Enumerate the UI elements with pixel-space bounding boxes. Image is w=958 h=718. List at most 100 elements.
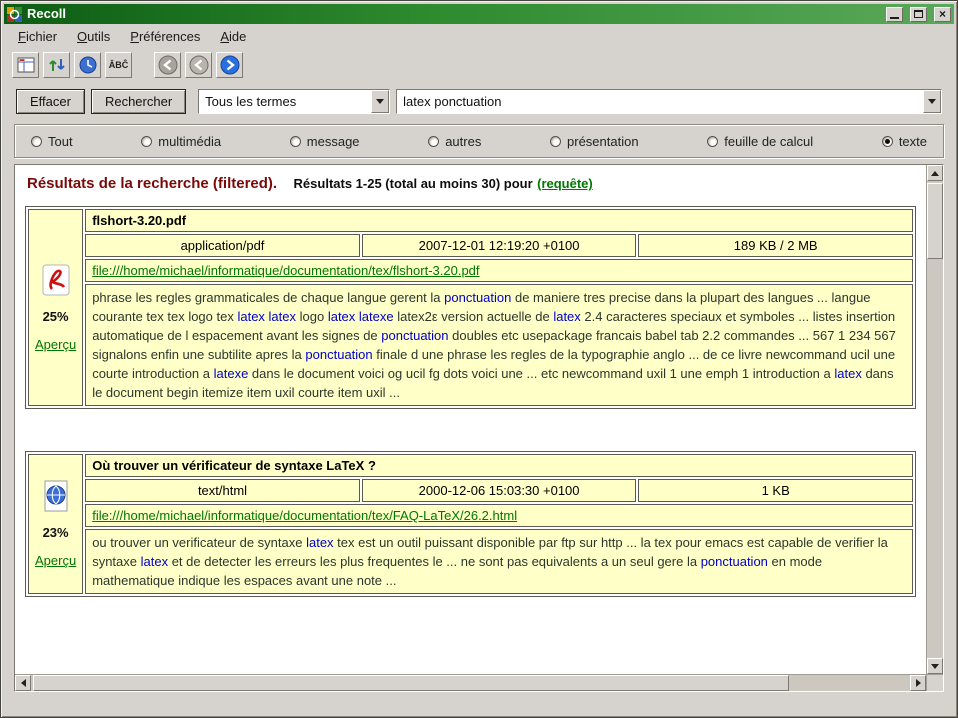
category-filter-group: Tout multimédia message autres présentat… [14, 124, 944, 158]
minimize-icon [890, 17, 899, 19]
sort-arrows-icon [47, 55, 67, 75]
term-explorer-button[interactable]: ÂBĈ [105, 52, 132, 78]
close-icon: × [939, 8, 946, 21]
filter-label: multimédia [158, 134, 221, 149]
result-size: 189 KB / 2 MB [638, 234, 913, 257]
menu-item-fichier[interactable]: Fichier [10, 27, 65, 46]
html-globe-icon [41, 480, 71, 512]
scroll-down-button[interactable] [927, 658, 943, 674]
horizontal-scroll-thumb[interactable] [33, 675, 789, 691]
close-button[interactable]: × [934, 7, 951, 22]
radio-icon [31, 136, 42, 147]
arrow-down-icon [931, 664, 939, 673]
results-heading: Résultats de la recherche (filtered). Ré… [27, 175, 914, 193]
toolbar-separator [136, 50, 150, 79]
search-bar: Effacer Rechercher Tous les termes [4, 81, 954, 119]
recoll-window: Recoll × Fichier Outils Préférences Aide [0, 0, 958, 718]
search-button[interactable]: Rechercher [91, 89, 186, 114]
horizontal-scrollbar[interactable] [15, 675, 926, 691]
chevron-down-icon [376, 99, 384, 108]
pdf-file-icon [41, 264, 71, 296]
filter-option-message[interactable]: message [290, 134, 360, 149]
filter-option-feuille-de-calcul[interactable]: feuille de calcul [707, 134, 813, 149]
scroll-up-button[interactable] [927, 165, 943, 181]
recoll-app-icon [7, 7, 22, 22]
results-panel: Résultats de la recherche (filtered). Ré… [14, 164, 944, 692]
filter-label: présentation [567, 134, 639, 149]
nav-back-icon [158, 55, 178, 75]
radio-icon [290, 136, 301, 147]
results-title: Résultats de la recherche (filtered). [27, 175, 277, 192]
vertical-scroll-track[interactable] [927, 181, 943, 658]
filter-label: message [307, 134, 360, 149]
nav-forward-icon [220, 55, 240, 75]
search-mode-select[interactable]: Tous les termes [198, 89, 390, 114]
prev-page-button[interactable] [154, 52, 181, 78]
scroll-right-button[interactable] [910, 675, 926, 691]
table-document-icon [16, 55, 36, 75]
result-side-panel: 23% Aperçu [28, 454, 83, 594]
vertical-scrollbar[interactable] [926, 165, 943, 674]
show-document-table-button[interactable] [12, 52, 39, 78]
arrow-right-icon [916, 679, 925, 687]
result-abstract: ou trouver un verificateur de syntaxe la… [85, 529, 913, 594]
menu-item-preferences[interactable]: Préférences [122, 27, 208, 46]
nav-back-alt-icon [189, 55, 209, 75]
titlebar[interactable]: Recoll × [4, 4, 954, 24]
result-date: 2000-12-06 15:03:30 +0100 [362, 479, 637, 502]
first-page-button[interactable] [185, 52, 212, 78]
filter-label: Tout [48, 134, 73, 149]
sort-parameters-button[interactable] [43, 52, 70, 78]
next-page-button[interactable] [216, 52, 243, 78]
result-size: 1 KB [638, 479, 913, 502]
result-url-link[interactable]: file:///home/michael/informatique/docume… [92, 508, 517, 523]
search-input[interactable] [397, 94, 923, 109]
preview-link[interactable]: Aperçu [35, 553, 76, 568]
result-title: flshort-3.20.pdf [85, 209, 913, 232]
arrow-up-icon [931, 167, 939, 176]
radio-icon [882, 136, 893, 147]
filter-label: autres [445, 134, 481, 149]
search-mode-dropdown-button[interactable] [371, 90, 389, 113]
query-details-link[interactable]: (requête) [537, 176, 593, 191]
result-mime-type: text/html [85, 479, 360, 502]
scroll-left-button[interactable] [15, 675, 31, 691]
scrollbar-corner [926, 675, 943, 691]
vertical-scroll-thumb[interactable] [927, 183, 943, 259]
query-combobox[interactable] [396, 89, 942, 114]
history-button[interactable] [74, 52, 101, 78]
menubar: Fichier Outils Préférences Aide [4, 24, 954, 48]
query-dropdown-button[interactable] [923, 90, 941, 113]
radio-icon [707, 136, 718, 147]
radio-icon [141, 136, 152, 147]
window-title: Recoll [27, 4, 66, 24]
maximize-icon [914, 10, 923, 18]
chevron-down-icon [928, 99, 936, 108]
filter-option-multimedia[interactable]: multimédia [141, 134, 221, 149]
history-clock-icon [78, 55, 98, 75]
filter-option-autres[interactable]: autres [428, 134, 481, 149]
filter-option-texte[interactable]: texte [882, 134, 927, 149]
result-abstract: phrase les regles grammaticales de chaqu… [85, 284, 913, 406]
result-date: 2007-12-01 12:19:20 +0100 [362, 234, 637, 257]
radio-icon [550, 136, 561, 147]
result-title: Où trouver un vérificateur de syntaxe La… [85, 454, 913, 477]
minimize-button[interactable] [886, 7, 903, 22]
results-view: Résultats de la recherche (filtered). Ré… [15, 165, 926, 674]
result-side-panel: 25% Aperçu [28, 209, 83, 406]
filter-label: feuille de calcul [724, 134, 813, 149]
clear-button[interactable]: Effacer [16, 89, 85, 114]
menu-item-outils[interactable]: Outils [69, 27, 118, 46]
horizontal-scroll-track[interactable] [31, 675, 910, 691]
result-url-link[interactable]: file:///home/michael/informatique/docume… [92, 263, 479, 278]
filter-label: texte [899, 134, 927, 149]
status-bar [4, 692, 954, 714]
preview-link[interactable]: Aperçu [35, 337, 76, 352]
results-range: Résultats 1-25 (total au moins 30) pour [294, 176, 533, 191]
menu-item-aide[interactable]: Aide [212, 27, 254, 46]
relevance-percent: 23% [43, 525, 69, 540]
maximize-button[interactable] [910, 7, 927, 22]
filter-option-tout[interactable]: Tout [31, 134, 73, 149]
filter-option-presentation[interactable]: présentation [550, 134, 639, 149]
radio-icon [428, 136, 439, 147]
